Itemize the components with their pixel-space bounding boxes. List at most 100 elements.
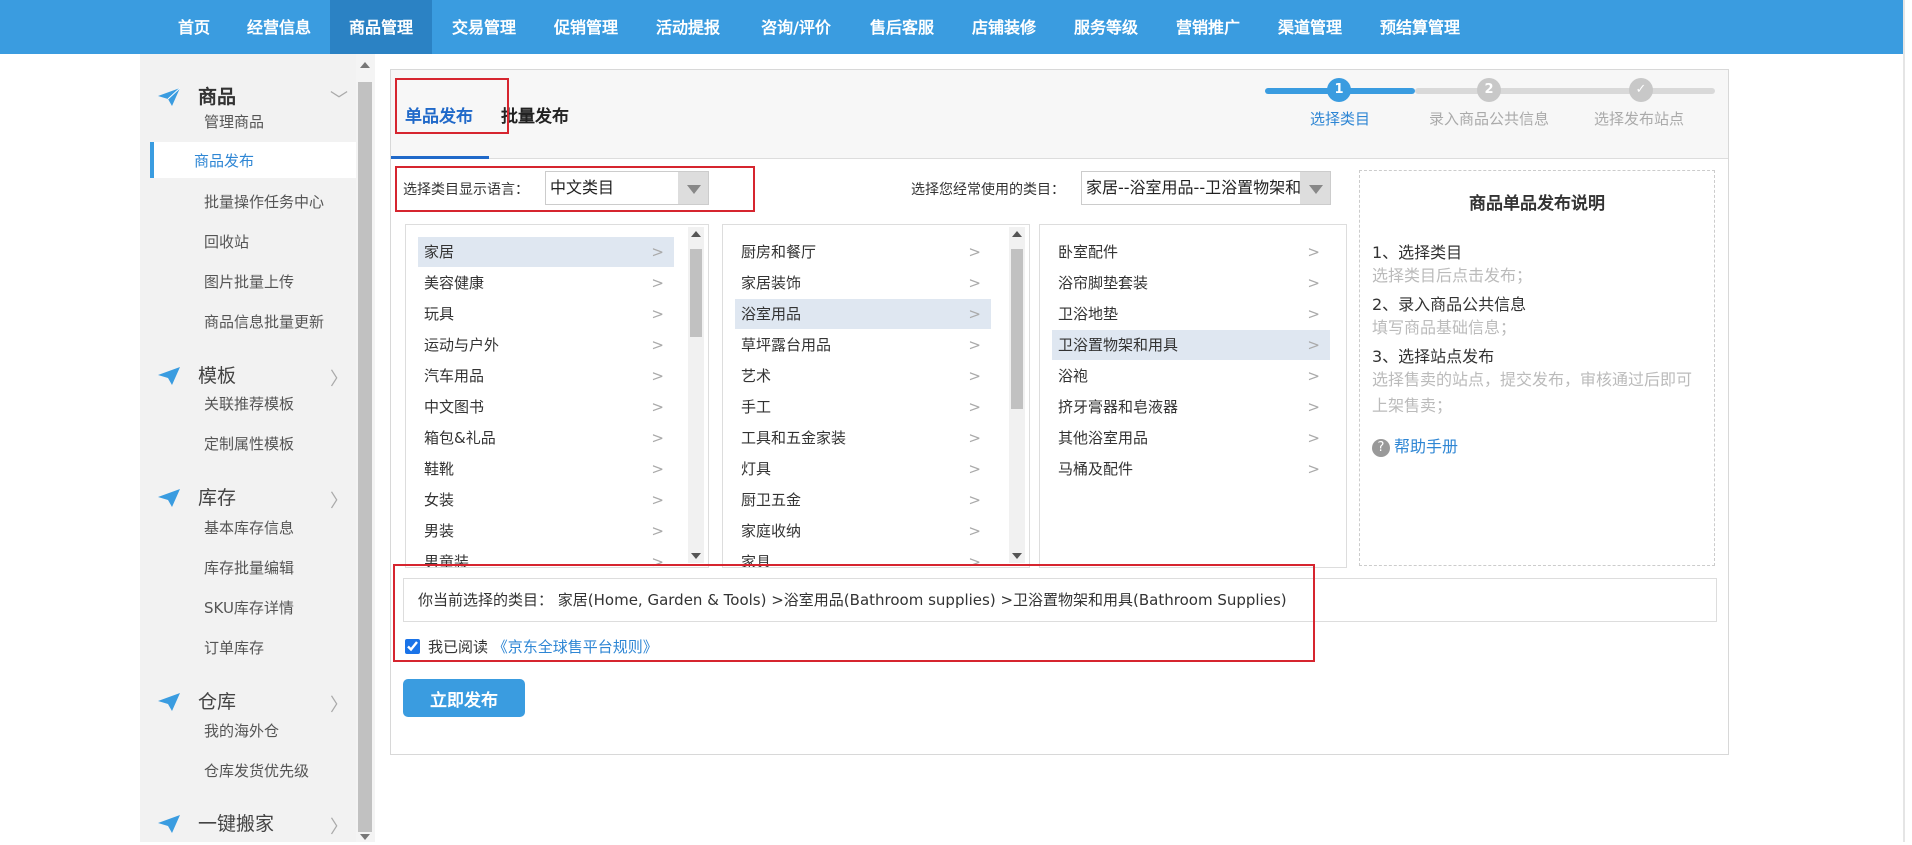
scroll-down-arrow-icon[interactable] xyxy=(360,834,370,840)
instructions-panel: 商品单品发布说明 1、选择类目 选择类目后点击发布； 2、录入商品公共信息 填写… xyxy=(1359,170,1715,566)
nav-item-transaction[interactable]: 交易管理 xyxy=(434,0,534,54)
category-item[interactable]: 运动与户外 > xyxy=(418,330,674,360)
category-item[interactable]: 汽车用品 > xyxy=(418,361,674,391)
category-item[interactable]: 其他浴室用品 > xyxy=(1052,423,1330,453)
sidebar-item-order-inventory[interactable]: 订单库存 xyxy=(204,637,264,658)
scrollbar-thumb[interactable] xyxy=(1011,249,1023,409)
sidebar-item-image-batch-upload[interactable]: 图片批量上传 xyxy=(204,271,294,292)
chevron-right-icon: > xyxy=(1307,429,1320,447)
category-item[interactable]: 卫浴置物架和用具 > xyxy=(1052,330,1330,360)
category-item[interactable]: 家庭收纳 > xyxy=(735,516,991,546)
category-item[interactable]: 男装 > xyxy=(418,516,674,546)
category-item[interactable]: 鞋靴 > xyxy=(418,454,674,484)
chevron-right-icon[interactable]: 〉 xyxy=(330,365,348,391)
nav-item-business-info[interactable]: 经营信息 xyxy=(230,0,328,54)
category-item[interactable]: 玩具 > xyxy=(418,299,674,329)
nav-item-channel[interactable]: 渠道管理 xyxy=(1260,0,1360,54)
category-item[interactable]: 厨卫五金 > xyxy=(735,485,991,515)
help-manual-link[interactable]: ? 帮助手册 xyxy=(1372,433,1458,457)
nav-item-marketing[interactable]: 营销推广 xyxy=(1158,0,1258,54)
sidebar-group-warehouse[interactable]: 仓库 〉 xyxy=(140,683,356,723)
tab-batch-publish[interactable]: 批量发布 xyxy=(501,102,569,127)
sidebar-item-publish-product[interactable]: 商品发布 xyxy=(150,142,360,178)
scroll-down-arrow-icon[interactable] xyxy=(691,553,701,559)
nav-item-consult-review[interactable]: 咨询/评价 xyxy=(740,0,852,54)
category-item[interactable]: 美容健康 > xyxy=(418,268,674,298)
nav-item-store-decoration[interactable]: 店铺装修 xyxy=(954,0,1054,54)
sidebar-item-warehouse-priority[interactable]: 仓库发货优先级 xyxy=(204,760,309,781)
category-item[interactable]: 家居 > xyxy=(418,237,674,267)
sidebar-scrollbar[interactable] xyxy=(356,54,375,842)
step-dot-1: 1 xyxy=(1327,78,1351,102)
sidebar-group-inventory[interactable]: 库存 〉 xyxy=(140,479,356,519)
category-item[interactable]: 手工 > xyxy=(735,392,991,422)
nav-item-activity[interactable]: 活动提报 xyxy=(638,0,738,54)
chevron-right-icon: > xyxy=(968,460,981,478)
category-item-label: 家居装饰 xyxy=(741,274,802,292)
scroll-down-arrow-icon[interactable] xyxy=(1012,553,1022,559)
sidebar-item-basic-inventory[interactable]: 基本库存信息 xyxy=(204,517,294,538)
sidebar-group-title: 商品 xyxy=(198,86,237,108)
scroll-up-arrow-icon[interactable] xyxy=(691,231,701,237)
nav-item-settlement[interactable]: 预结算管理 xyxy=(1362,0,1478,54)
category-item[interactable]: 中文图书 > xyxy=(418,392,674,422)
sidebar-item-product-info-batch-update[interactable]: 商品信息批量更新 xyxy=(204,311,324,332)
category-item[interactable]: 挤牙膏器和皂液器 > xyxy=(1052,392,1330,422)
sidebar-item-related-template[interactable]: 关联推荐模板 xyxy=(204,393,294,414)
nav-item-after-sales[interactable]: 售后客服 xyxy=(854,0,950,54)
category-item[interactable]: 家居装饰 > xyxy=(735,268,991,298)
category-item-label: 家庭收纳 xyxy=(741,522,802,540)
chevron-right-icon[interactable]: 〉 xyxy=(330,487,348,513)
category-item[interactable]: 浴室用品 > xyxy=(735,299,991,329)
sidebar-group-title: 一键搬家 xyxy=(198,813,275,835)
sidebar-item-custom-attr-template[interactable]: 定制属性模板 xyxy=(204,433,294,454)
scrollbar-thumb[interactable] xyxy=(690,249,702,337)
sidebar-item-batch-task-center[interactable]: 批量操作任务中心 xyxy=(204,191,324,212)
chevron-right-icon: > xyxy=(968,367,981,385)
column-scrollbar[interactable] xyxy=(1009,227,1025,563)
chevron-right-icon: > xyxy=(651,491,664,509)
scroll-up-arrow-icon[interactable] xyxy=(1012,231,1022,237)
category-item-label: 草坪露台用品 xyxy=(741,336,832,354)
sidebar-item-inventory-batch-edit[interactable]: 库存批量编辑 xyxy=(204,557,294,578)
sidebar-item-recycle-bin[interactable]: 回收站 xyxy=(204,231,249,252)
category-item[interactable]: 厨房和餐厅 > xyxy=(735,237,991,267)
frequent-category-select[interactable]: 家居--浴室用品--卫浴置物架和 xyxy=(1081,171,1331,205)
chevron-right-icon: > xyxy=(968,429,981,447)
dropdown-arrow-icon[interactable] xyxy=(1300,172,1330,204)
scrollbar-thumb[interactable] xyxy=(358,82,372,832)
active-tab-underline xyxy=(391,156,489,159)
category-item[interactable]: 艺术 > xyxy=(735,361,991,391)
sidebar-item-manage-products[interactable]: 管理商品 xyxy=(204,111,264,132)
category-item[interactable]: 卫浴地垫 > xyxy=(1052,299,1330,329)
chevron-right-icon: > xyxy=(651,429,664,447)
category-item[interactable]: 箱包&礼品 > xyxy=(418,423,674,453)
nav-item-service-level[interactable]: 服务等级 xyxy=(1056,0,1156,54)
column-scrollbar[interactable] xyxy=(688,227,704,563)
sidebar-item-label: 商品发布 xyxy=(194,152,255,170)
category-item[interactable]: 灯具 > xyxy=(735,454,991,484)
chevron-right-icon: > xyxy=(968,243,981,261)
nav-item-product-management[interactable]: 商品管理 xyxy=(330,0,432,54)
scroll-up-arrow-icon[interactable] xyxy=(360,62,370,68)
category-item[interactable]: 卧室配件 > xyxy=(1052,237,1330,267)
category-item-label: 其他浴室用品 xyxy=(1058,429,1149,447)
category-item[interactable]: 工具和五金家装 > xyxy=(735,423,991,453)
chevron-down-icon[interactable]: ﹀ xyxy=(330,86,348,112)
category-item[interactable]: 女装 > xyxy=(418,485,674,515)
category-item[interactable]: 草坪露台用品 > xyxy=(735,330,991,360)
sidebar-group-one-click-move[interactable]: 一键搬家 〉 xyxy=(140,805,356,845)
nav-item-promotion[interactable]: 促销管理 xyxy=(536,0,636,54)
chevron-right-icon[interactable]: 〉 xyxy=(330,813,348,839)
chevron-right-icon[interactable]: 〉 xyxy=(330,691,348,717)
category-item[interactable]: 浴袍 > xyxy=(1052,361,1330,391)
nav-item-home[interactable]: 首页 xyxy=(162,0,226,54)
sidebar-item-sku-inventory[interactable]: SKU库存详情 xyxy=(204,597,294,618)
sidebar-item-overseas-warehouse[interactable]: 我的海外仓 xyxy=(204,720,279,741)
category-item[interactable]: 浴帘脚垫套装 > xyxy=(1052,268,1330,298)
chevron-right-icon: > xyxy=(1307,460,1320,478)
publish-now-button[interactable]: 立即发布 xyxy=(403,679,525,717)
category-item[interactable]: 马桶及配件 > xyxy=(1052,454,1330,484)
highlight-box xyxy=(395,78,509,134)
sidebar-group-templates[interactable]: 模板 〉 xyxy=(140,357,356,397)
